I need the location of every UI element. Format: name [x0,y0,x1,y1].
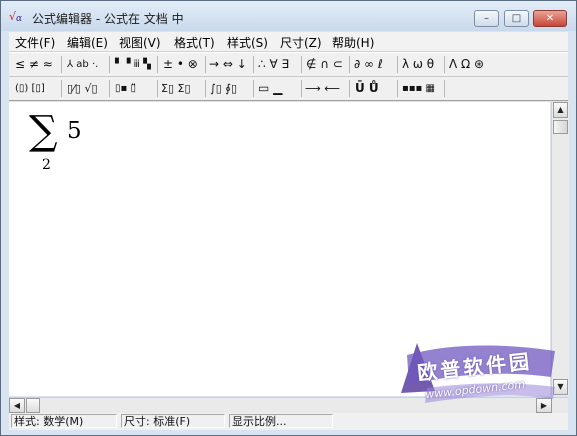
toolbar-separator [253,56,254,73]
status-size: 尺寸: 标准(F) [121,414,225,428]
toolbar-separator [109,80,110,97]
status-style: 样式: 数学(M) [11,414,117,428]
toolbar-separator [301,56,302,73]
template-palettes-toolbar: (▯) [▯] ▯⁄▯ √▯ ▯▪ ▯̈ Σ▯ Σ▯ ∫▯ ∮▯ ▭ ▁ ⟶ ⟵… [9,77,568,101]
scroll-up-button[interactable]: ▲ [553,102,568,118]
greek-uppercase-palette[interactable]: Λ Ω ⊛ [449,54,484,75]
integral-templates-palette[interactable]: ∫▯ ∮▯ [210,78,237,99]
close-button[interactable]: ✕ [533,10,567,27]
toolbar-separator [349,56,350,73]
toolbar-separator [253,80,254,97]
menu-format[interactable]: 格式(T) [174,34,215,51]
fraction-radical-templates-palette[interactable]: ▯⁄▯ √▯ [67,78,98,99]
menu-bar: 文件(F) 编辑(E) 视图(V) 格式(T) 样式(S) 尺寸(Z) 帮助(H… [9,32,568,52]
toolbar-separator [205,80,206,97]
symbol-palettes-toolbar: ≤ ≠ ≈ ⅄ ab ·. ▘▝ ⅲ ▚ ± • ⊗ → ⇔ ↓ ∴ ∀ ∃ ∉… [9,52,568,77]
toolbar-separator [205,56,206,73]
products-set-theory-templates-palette[interactable]: Ū Ů [355,78,379,99]
minimize-button[interactable]: – [474,10,499,27]
status-bar: 样式: 数学(M) 尺寸: 标准(F) 显示比例... [9,413,568,430]
toolbar-separator [349,80,350,97]
toolbar-separator [157,80,158,97]
horizontal-scroll-thumb[interactable] [26,398,40,413]
summation-templates-palette[interactable]: Σ▯ Σ▯ [161,78,191,99]
menu-edit[interactable]: 编辑(E) [67,34,108,51]
equation-editor-icon: √ α [9,10,23,24]
toolbar-separator [109,56,110,73]
title-bar: √ α 公式编辑器 - 公式在 文档 中 – □ ✕ [1,1,576,31]
summation-body[interactable]: 5 [67,118,82,144]
relational-symbols-palette[interactable]: ≤ ≠ ≈ [15,54,53,75]
menu-view[interactable]: 视图(V) [119,34,161,51]
logical-symbols-palette[interactable]: ∴ ∀ ∃ [258,54,289,75]
toolbar-separator [61,80,62,97]
labeled-arrow-templates-palette[interactable]: ⟶ ⟵ [305,78,340,99]
underbar-overbar-templates-palette[interactable]: ▭ ▁ [258,78,282,99]
operator-symbols-palette[interactable]: ± • ⊗ [163,54,198,75]
scroll-left-button[interactable]: ◀ [9,398,25,413]
toolbar-separator [397,80,398,97]
matrix-templates-palette[interactable]: ▪▪▪ ▦ [402,78,435,99]
menu-style[interactable]: 样式(S) [227,34,268,51]
window-title: 公式编辑器 - 公式在 文档 中 [32,12,184,26]
toolbar-separator [157,56,158,73]
toolbar-separator [301,80,302,97]
subscript-superscript-templates-palette[interactable]: ▯▪ ▯̈ [115,78,136,99]
set-theory-symbols-palette[interactable]: ∉ ∩ ⊂ [306,54,343,75]
summation-operator: ∑ [29,108,58,154]
equation-editor-window: √ α 公式编辑器 - 公式在 文档 中 – □ ✕ 文件(F) 编辑(E) 视… [0,0,577,436]
miscellaneous-symbols-palette[interactable]: ∂ ∞ ℓ [354,54,383,75]
maximize-button[interactable]: □ [504,10,529,27]
toolbar-separator [444,56,445,73]
fence-templates-palette[interactable]: (▯) [▯] [15,78,45,99]
status-zoom[interactable]: 显示比例... [229,414,333,428]
spaces-ellipses-palette[interactable]: ⅄ ab ·. [67,54,98,75]
summation-lower-limit[interactable]: 2 [42,157,51,173]
greek-lowercase-palette[interactable]: λ ω θ [402,54,434,75]
embellishments-palette[interactable]: ▘▝ ⅲ ▚ [115,54,151,75]
scroll-thumb[interactable] [553,120,568,134]
toolbar-separator [397,56,398,73]
watermark-logo: 欧普软件园 www.opdown.com [397,333,557,413]
arrow-symbols-palette[interactable]: → ⇔ ↓ [209,54,247,75]
menu-size[interactable]: 尺寸(Z) [280,34,322,51]
menu-file[interactable]: 文件(F) [15,34,55,51]
toolbar-separator [444,80,445,97]
toolbar-separator [61,56,62,73]
menu-help[interactable]: 帮助(H) [332,34,374,51]
